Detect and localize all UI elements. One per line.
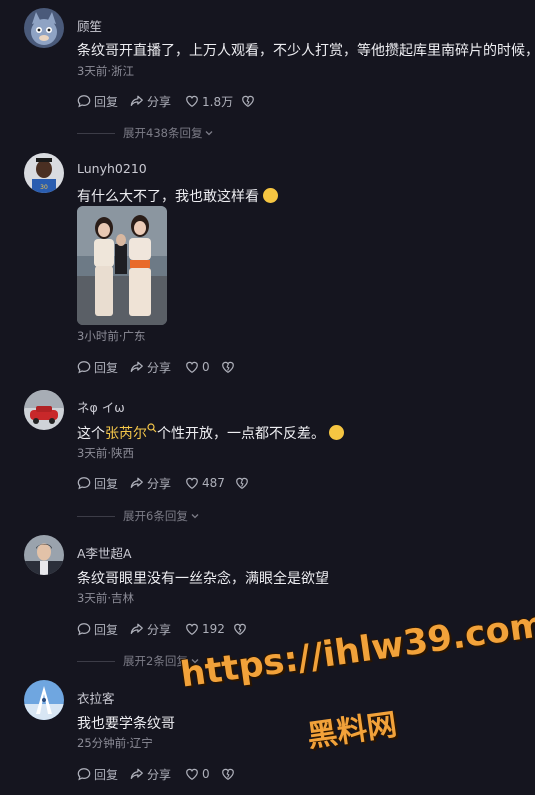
heart-icon [186,768,198,780]
reply-button[interactable]: 回复 [77,620,118,638]
comment-text-prefix: 这个 [77,426,105,442]
like-button[interactable]: 1.8万 [185,92,233,110]
like-count: 487 [202,476,225,490]
heart-icon [186,95,198,107]
comment-meta: 3天前·吉林 [77,591,134,605]
comment-text-body: 有什么大不了，我也敢这样看 [77,189,259,205]
share-button[interactable]: 分享 [130,358,171,376]
reply-icon [77,361,91,374]
comment-text: 有什么大不了，我也敢这样看 [77,186,278,206]
share-icon [130,95,143,106]
reply-label: 回复 [94,476,119,491]
avatar[interactable] [24,535,64,575]
reply-label: 回复 [94,622,119,637]
dislike-icon [242,95,254,107]
reply-icon [77,623,91,636]
username[interactable]: 衣拉客 [77,688,115,707]
share-label: 分享 [147,476,172,491]
grin-emoji-icon [329,425,344,440]
divider [77,132,115,134]
username[interactable]: 顾笙 [77,16,102,35]
mention-link[interactable]: 张芮尔 [105,426,147,442]
reply-label: 回复 [94,767,119,782]
share-label: 分享 [147,622,172,637]
like-count: 1.8万 [202,94,234,109]
share-button[interactable]: 分享 [130,474,171,492]
chevron-down-icon [191,514,199,519]
dislike-button[interactable] [235,474,249,492]
expand-replies[interactable]: 展开438条回复 [77,125,214,141]
heart-icon [186,623,198,635]
share-button[interactable]: 分享 [130,765,171,783]
avatar[interactable] [24,680,64,720]
share-icon [130,477,143,488]
watermark-url: https://ihlw39.com [178,604,535,696]
heart-icon [186,477,198,489]
like-count: 192 [202,622,225,636]
expand-label: 展开438条回复 [123,126,203,140]
comment-text: 条纹哥开直播了，上万人观看，不少人打赏，等他攒起库里南碎片的时候， [77,43,535,59]
comment-meta: 3天前·陕西 [77,446,134,460]
comment-text-suffix: 个性开放，一点都不反差。 [157,426,325,442]
reply-button[interactable]: 回复 [77,474,118,492]
divider [77,515,115,517]
reply-icon [77,95,91,108]
share-label: 分享 [147,767,172,782]
dislike-button[interactable] [241,92,255,110]
divider [77,660,115,662]
dislike-button[interactable] [221,358,235,376]
dislike-button[interactable] [221,765,235,783]
comment-text: 我也要学条纹哥 [77,716,175,732]
dislike-icon [222,768,234,780]
chevron-down-icon [205,131,213,136]
avatar[interactable] [24,390,64,430]
reply-button[interactable]: 回复 [77,765,118,783]
share-label: 分享 [147,94,172,109]
reply-button[interactable]: 回复 [77,92,118,110]
comment-meta: 3天前·浙江 [77,64,134,78]
smirk-emoji-icon [263,188,278,203]
reply-icon [77,477,91,490]
dislike-button[interactable] [233,620,247,638]
share-icon [130,623,143,634]
share-icon [130,768,143,779]
like-button[interactable]: 487 [185,474,225,492]
dislike-icon [234,623,246,635]
share-icon [130,361,143,372]
avatar[interactable] [24,8,64,48]
comment-text: 这个张芮尔 个性开放，一点都不反差。 [77,423,344,443]
username[interactable]: A李世超A [77,543,132,562]
share-button[interactable]: 分享 [130,92,171,110]
reply-button[interactable]: 回复 [77,358,118,376]
heart-icon [186,361,198,373]
share-label: 分享 [147,360,172,375]
username[interactable]: Lunyh0210 [77,161,147,176]
avatar[interactable]: 30 [24,153,64,193]
like-button[interactable]: 0 [185,358,210,376]
dislike-icon [236,477,248,489]
reply-label: 回复 [94,94,119,109]
like-count: 0 [202,360,210,374]
comment-text: 条纹哥眼里没有一丝杂念，满眼全是欲望 [77,571,329,587]
comment-image[interactable] [77,206,167,325]
reply-label: 回复 [94,360,119,375]
comment-meta: 25分钟前·辽宁 [77,736,153,750]
like-count: 0 [202,767,210,781]
expand-label: 展开6条回复 [123,509,188,523]
like-button[interactable]: 192 [185,620,225,638]
search-icon[interactable] [147,423,157,433]
like-button[interactable]: 0 [185,765,210,783]
reply-icon [77,768,91,781]
username[interactable]: ネφ イω [77,397,125,416]
svg-text:30: 30 [40,184,48,191]
watermark-site-name: 黑料网 [305,707,400,755]
expand-replies[interactable]: 展开6条回复 [77,508,200,524]
share-button[interactable]: 分享 [130,620,171,638]
dislike-icon [222,361,234,373]
comment-meta: 3小时前·广东 [77,329,146,343]
